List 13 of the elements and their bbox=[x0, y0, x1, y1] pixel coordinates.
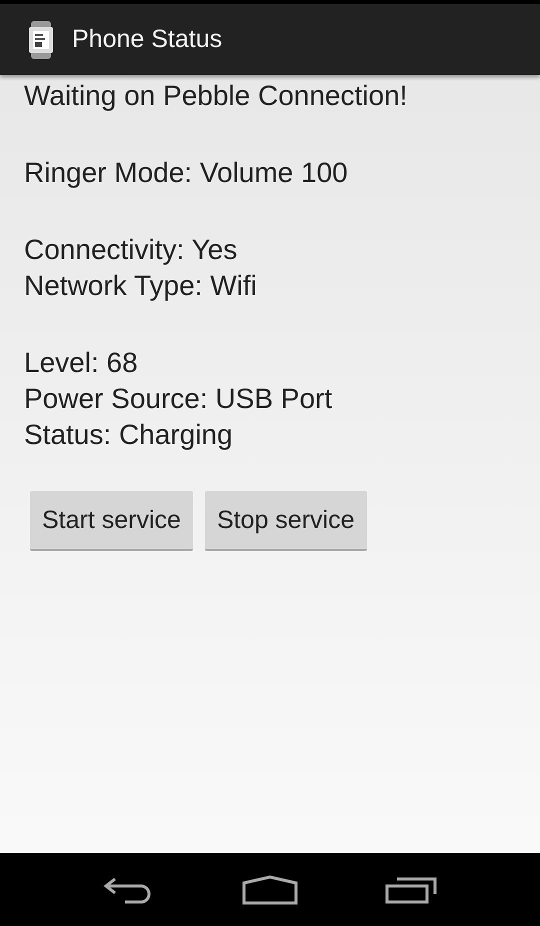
status-text: Ringer Mode: Volume 100 bbox=[24, 156, 349, 190]
status-text: Connectivity: Yes bbox=[24, 233, 238, 267]
status-text: Network Type: Wifi bbox=[24, 269, 258, 303]
service-button[interactable]: Stop service bbox=[204, 491, 366, 551]
app-title: Phone Status bbox=[72, 25, 222, 54]
status-text: Waiting on Pebble Connection! bbox=[24, 79, 408, 113]
home-icon[interactable] bbox=[242, 874, 298, 904]
service-button[interactable]: Start service bbox=[30, 491, 193, 551]
status-text: Power Source: USB Port bbox=[24, 382, 334, 416]
status-text: Status: Charging bbox=[24, 418, 234, 452]
watch-app-icon bbox=[28, 20, 54, 58]
recent-apps-icon[interactable] bbox=[384, 876, 437, 904]
status-text: Level: 68 bbox=[24, 346, 139, 380]
